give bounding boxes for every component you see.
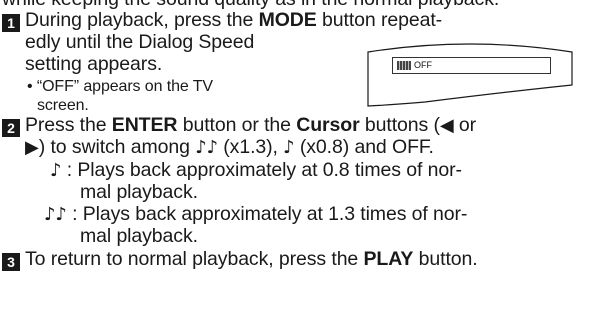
right-arrow-icon: ▶ xyxy=(25,137,39,158)
slow-desc-line1: ♪ : Plays back approximately at 0.8 time… xyxy=(50,159,462,182)
manual-page: while keeping the sound quality as in th… xyxy=(0,0,589,316)
step1-number-badge: 1 xyxy=(2,14,20,32)
step2-line1: 2 Press the ENTER button or the Cursor bu… xyxy=(2,114,476,137)
step3-number-badge: 3 xyxy=(2,253,20,271)
fast-speed-icon: ♪♪ xyxy=(195,137,218,158)
fast-speed-icon: ♪♪ xyxy=(44,204,67,225)
step2-number-badge: 2 xyxy=(2,119,20,137)
step1-line1: 1 During playback, press the MODE button … xyxy=(2,9,442,32)
step3-text-post: button. xyxy=(413,248,478,270)
step2-line2: ▶) to switch among ♪♪ (x1.3), ♪ (x0.8) a… xyxy=(25,136,434,159)
step1-text-post: button repeat- xyxy=(316,9,443,31)
slow-speed-label: (x0.8) and OFF. xyxy=(294,136,434,158)
tv-screen-illustration xyxy=(367,43,573,107)
step1-line2: edly until the Dialog Speed xyxy=(25,31,255,53)
step2-text-mid: button or the xyxy=(177,114,297,136)
slow-desc-line2: mal playback. xyxy=(80,181,198,203)
step1-line3: setting appears. xyxy=(25,53,163,75)
step2-text-pre: Press the xyxy=(25,114,112,136)
left-arrow-icon: ◀ xyxy=(439,115,454,136)
fast-speed-label: (x1.3), xyxy=(217,136,284,158)
step1-text-pre: During playback, press the xyxy=(25,9,259,31)
step2-or: or xyxy=(453,114,477,136)
slow-desc-text: : Plays back approximately at 0.8 times … xyxy=(61,159,462,181)
step3-text-pre: To return to normal playback, press the xyxy=(25,248,364,270)
step2-switch-text: ) to switch among xyxy=(38,136,196,158)
fast-desc-line2: mal playback. xyxy=(80,225,198,247)
fast-desc-line1: ♪♪ : Plays back approximately at 1.3 tim… xyxy=(44,203,467,226)
enter-button-label: ENTER xyxy=(111,114,178,136)
cursor-buttons-label: Cursor xyxy=(296,114,360,136)
mode-button-label: MODE xyxy=(258,9,317,31)
step2-text-post: buttons ( xyxy=(359,114,440,136)
slow-speed-icon: ♪ xyxy=(283,137,295,158)
play-button-label: PLAY xyxy=(363,248,414,270)
osd-status-text: OFF xyxy=(414,60,432,70)
step3-line1: 3 To return to normal playback, press the… xyxy=(2,248,478,271)
fast-desc-text: : Plays back approximately at 1.3 times … xyxy=(66,203,468,225)
slow-speed-icon: ♪ xyxy=(50,160,62,181)
dialog-speed-icon xyxy=(397,61,411,70)
tv-osd-display: OFF xyxy=(392,57,551,74)
